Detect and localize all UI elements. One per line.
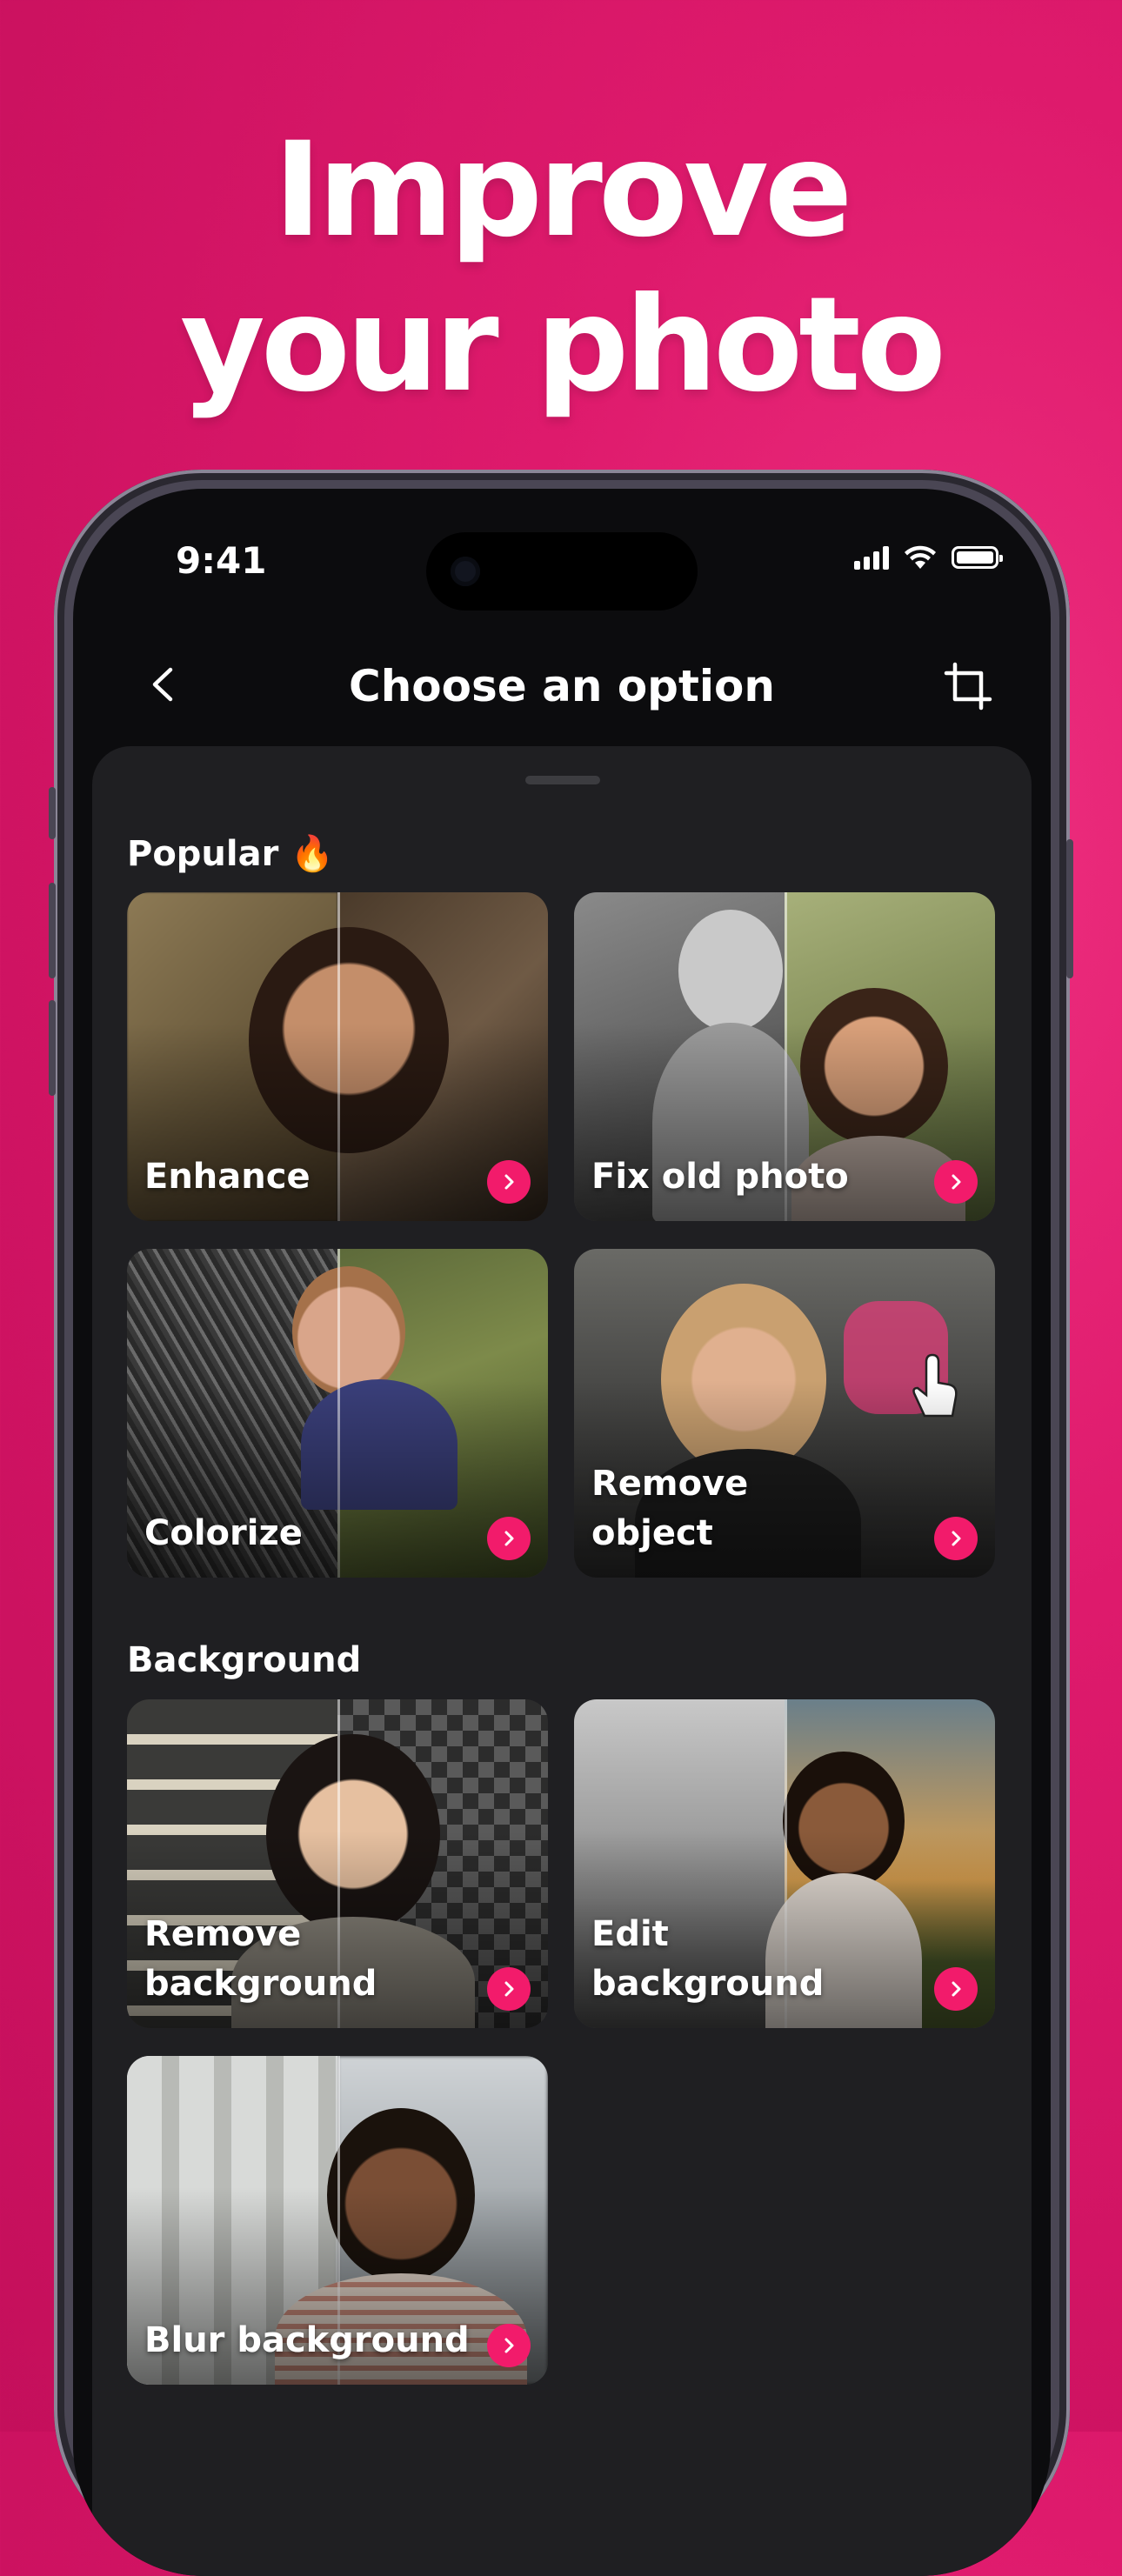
card-label: Remove background [144, 1914, 377, 2004]
option-card-remove-object[interactable]: Remove object [574, 1249, 995, 1578]
chevron-right-icon[interactable] [934, 1967, 978, 2011]
wifi-icon [905, 545, 936, 569]
headline-line-1: Improve [273, 115, 852, 266]
option-card-blur-background[interactable]: Blur background [127, 2056, 548, 2385]
status-time: 9:41 [176, 539, 267, 582]
status-icons [854, 544, 1003, 571]
chevron-right-icon[interactable] [487, 1517, 531, 1560]
volume-up-button [49, 883, 56, 978]
navigation-bar: Choose an option [73, 637, 1051, 732]
volume-down-button [49, 1000, 56, 1096]
sheet-handle[interactable] [525, 776, 600, 784]
card-label: Remove object [591, 1464, 749, 1553]
phone-screen: 9:41 Choose an option Popular 🔥 Enhance … [73, 489, 1051, 2576]
chevron-right-icon[interactable] [934, 1517, 978, 1560]
headline: Improve your photo [0, 113, 1122, 423]
card-label: Edit background [591, 1914, 825, 2004]
chevron-right-icon[interactable] [934, 1160, 978, 1204]
card-label: Enhance [144, 1157, 311, 1197]
option-card-enhance[interactable]: Enhance [127, 892, 548, 1221]
option-card-colorize[interactable]: Colorize [127, 1249, 548, 1578]
dynamic-island [426, 532, 698, 611]
chevron-right-icon[interactable] [487, 2324, 531, 2367]
cellular-signal-icon [854, 545, 889, 570]
headline-line-2: your photo [180, 270, 946, 421]
crop-button[interactable] [938, 656, 998, 717]
child-portrait-placeholder [678, 910, 783, 1031]
battery-icon [952, 546, 1003, 569]
camera-icon [451, 557, 480, 586]
section-title-background: Background [127, 1640, 362, 1680]
options-sheet: Popular 🔥 Enhance Fix old photo Colorize… [92, 746, 1032, 2576]
side-button [49, 787, 56, 839]
card-label: Colorize [144, 1513, 303, 1553]
chevron-right-icon[interactable] [487, 1160, 531, 1204]
card-label: Blur background [144, 2320, 470, 2360]
option-card-fix-old-photo[interactable]: Fix old photo [574, 892, 995, 1221]
option-card-edit-background[interactable]: Edit background [574, 1699, 995, 2028]
page-title: Choose an option [349, 661, 775, 711]
power-button [1066, 839, 1073, 978]
card-label: Fix old photo [591, 1157, 849, 1197]
section-title-popular: Popular 🔥 [127, 834, 335, 874]
chevron-right-icon[interactable] [487, 1967, 531, 2011]
child-portrait-placeholder [292, 1266, 405, 1397]
option-card-remove-background[interactable]: Remove background [127, 1699, 548, 2028]
